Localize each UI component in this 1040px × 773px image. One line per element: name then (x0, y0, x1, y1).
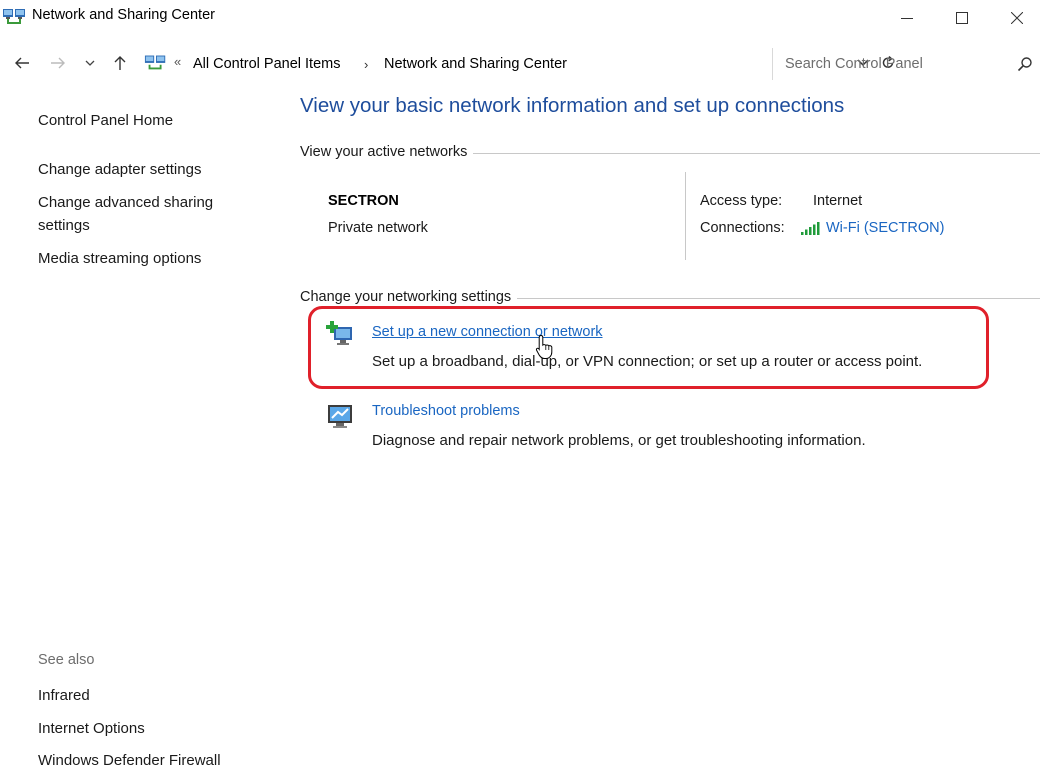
windows-defender-firewall-link[interactable]: Windows Defender Firewall (38, 750, 221, 772)
network-name: SECTRON (328, 193, 399, 209)
hand-cursor-icon (535, 334, 557, 360)
up-button[interactable] (110, 46, 130, 80)
recent-locations-button[interactable] (82, 46, 98, 80)
back-button[interactable] (10, 46, 34, 80)
window-title: Network and Sharing Center (32, 7, 215, 23)
control-panel-icon (144, 52, 168, 72)
title-bar: Network and Sharing Center (0, 0, 1040, 40)
minimize-icon (901, 18, 913, 19)
access-type-value: Internet (813, 193, 863, 209)
access-type-label: Access type: (700, 193, 783, 209)
active-networks-heading: View your active networks (300, 144, 474, 160)
up-arrow-icon (114, 56, 126, 70)
change-adapter-settings-link[interactable]: Change adapter settings (38, 159, 201, 181)
left-pane: Control Panel Home Change adapter settin… (0, 88, 285, 773)
close-button[interactable] (994, 0, 1040, 36)
troubleshoot-problems-description: Diagnose and repair network problems, or… (372, 432, 866, 449)
overflow-chevron-icon[interactable]: « (174, 54, 181, 69)
search-icon[interactable] (1017, 56, 1033, 72)
search-placeholder: Search Control Panel (785, 56, 923, 72)
wifi-signal-icon (800, 222, 820, 236)
media-streaming-options-link[interactable]: Media streaming options (38, 248, 201, 270)
network-info-divider (685, 172, 686, 260)
search-input[interactable]: Search Control Panel (772, 48, 1039, 80)
page-title: View your basic network information and … (300, 94, 845, 117)
back-arrow-icon (15, 57, 29, 69)
change-advanced-sharing-settings-link-line2[interactable]: settings (38, 215, 90, 237)
breadcrumb-all-control-panel-items[interactable]: All Control Panel Items (193, 56, 340, 72)
connections-label: Connections: (700, 220, 785, 236)
maximize-button[interactable] (939, 0, 985, 36)
minimize-button[interactable] (884, 0, 930, 36)
maximize-icon (956, 12, 968, 24)
network-category-link: Private network (328, 220, 428, 236)
breadcrumb-network-sharing-center[interactable]: Network and Sharing Center (384, 56, 567, 72)
address-bar[interactable]: « All Control Panel Items › Network and … (140, 48, 894, 78)
forward-button[interactable] (46, 46, 70, 80)
see-also-heading: See also (38, 652, 95, 668)
forward-arrow-icon (51, 57, 65, 69)
troubleshoot-icon (325, 403, 355, 429)
network-sharing-icon (2, 6, 28, 26)
close-icon (1011, 12, 1023, 24)
troubleshoot-problems-link[interactable]: Troubleshoot problems (372, 403, 520, 419)
main-content: View your basic network information and … (285, 88, 1040, 773)
control-panel-home-link[interactable]: Control Panel Home (38, 110, 173, 132)
chevron-down-icon (85, 60, 95, 66)
infrared-link[interactable]: Infrared (38, 685, 90, 707)
networking-settings-heading: Change your networking settings (300, 289, 518, 305)
change-advanced-sharing-settings-link[interactable]: Change advanced sharing (38, 192, 213, 214)
breadcrumb-separator-icon[interactable]: › (364, 57, 368, 72)
highlight-annotation (308, 306, 989, 389)
internet-options-link[interactable]: Internet Options (38, 718, 145, 740)
wifi-connection-link[interactable]: Wi-Fi (SECTRON) (826, 220, 944, 236)
